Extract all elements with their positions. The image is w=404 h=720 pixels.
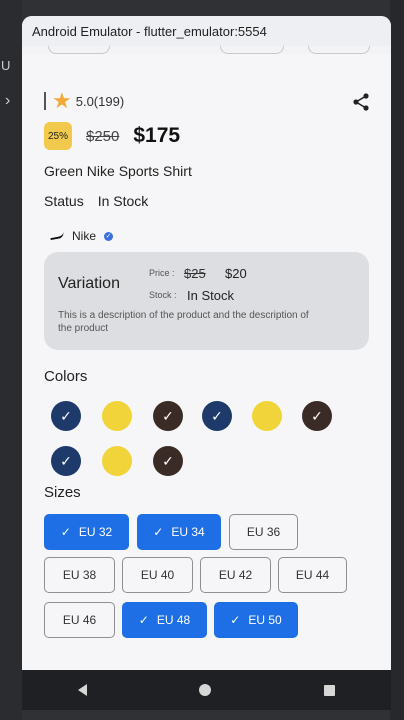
chevron-right-icon[interactable]: › (5, 92, 10, 110)
window-title: Android Emulator - flutter_emulator:5554 (32, 23, 267, 39)
verified-icon: ✓ (104, 231, 114, 241)
nike-logo-icon (49, 231, 65, 241)
check-icon: ✓ (60, 525, 71, 539)
android-nav-bar (22, 670, 391, 710)
recent-apps-icon[interactable] (323, 684, 335, 696)
color-option[interactable]: ✓ (302, 401, 332, 431)
share-icon[interactable] (351, 92, 371, 112)
price-row: 25% $250 $175 (44, 122, 180, 150)
variation-price-label: Price : (149, 268, 175, 278)
size-chip[interactable]: ✓ EU 48 (122, 602, 207, 638)
variation-old-price: $25 (184, 266, 206, 281)
rating-row: ★ 5.0(199) (44, 90, 124, 112)
brand-row[interactable]: Nike ✓ (49, 229, 114, 243)
size-chip[interactable]: EU 36 (229, 514, 298, 550)
check-icon: ✓ (162, 407, 174, 424)
back-icon[interactable] (78, 684, 88, 696)
color-option[interactable] (102, 446, 132, 476)
desktop-left-strip: U › (0, 0, 22, 720)
window-titlebar: Android Emulator - flutter_emulator:5554 (22, 16, 391, 46)
size-chip[interactable]: EU 40 (122, 557, 193, 593)
product-title: Green Nike Sports Shirt (44, 163, 192, 179)
size-chip[interactable]: ✓ EU 34 (137, 514, 221, 550)
size-chip[interactable]: EU 46 (44, 602, 115, 638)
status-value: In Stock (97, 193, 149, 209)
product-detail-screen: ★ 5.0(199) 25% $250 $175 Green Nike Spor… (22, 54, 391, 670)
check-icon: ✓ (211, 407, 223, 424)
size-chip[interactable]: EU 44 (278, 557, 347, 593)
color-option[interactable] (102, 401, 132, 431)
variation-stock-label: Stock : (149, 290, 177, 300)
check-icon: ✓ (138, 613, 149, 627)
brand-name: Nike (72, 229, 97, 243)
color-option[interactable]: ✓ (51, 446, 81, 476)
desktop-letter: U (1, 58, 11, 73)
discount-badge: 25% (44, 122, 72, 150)
star-icon: ★ (52, 88, 72, 113)
color-option[interactable]: ✓ (153, 401, 183, 431)
variation-description: This is a description of the product and… (58, 310, 309, 334)
status-label: Status (44, 193, 84, 209)
home-icon[interactable] (199, 684, 212, 696)
color-option[interactable]: ✓ (202, 401, 232, 431)
scrolled-element-edge (220, 46, 284, 54)
desktop-right-strip (390, 0, 404, 720)
size-chip[interactable]: ✓ EU 50 (214, 602, 298, 638)
sizes-title: Sizes (44, 484, 81, 501)
rating-lines-icon (44, 92, 52, 110)
emulator-window: Android Emulator - flutter_emulator:5554… (22, 16, 391, 670)
size-chip[interactable]: EU 42 (200, 557, 271, 593)
status-row: Status In Stock (44, 193, 148, 209)
check-icon: ✓ (311, 407, 323, 424)
scrolled-element-edge (48, 46, 110, 54)
variation-card: Variation Price : $25 $20 Stock : In Sto… (44, 252, 369, 350)
check-icon: ✓ (230, 613, 241, 627)
color-option[interactable]: ✓ (153, 446, 183, 476)
size-chip[interactable]: EU 38 (44, 557, 115, 593)
variation-title: Variation (58, 275, 120, 292)
check-icon: ✓ (60, 452, 72, 469)
colors-title: Colors (44, 368, 88, 385)
rating-text: 5.0(199) (75, 93, 125, 109)
check-icon: ✓ (162, 452, 174, 469)
size-chip[interactable]: ✓ EU 32 (44, 514, 129, 550)
color-option[interactable] (252, 401, 282, 431)
color-option[interactable]: ✓ (51, 401, 81, 431)
old-price: $250 (86, 127, 120, 145)
variation-new-price: $20 (225, 266, 247, 281)
check-icon: ✓ (60, 407, 72, 424)
scrolled-element-edge (308, 46, 370, 54)
new-price: $175 (133, 124, 181, 147)
variation-stock-value: In Stock (187, 288, 234, 303)
check-icon: ✓ (153, 525, 164, 539)
